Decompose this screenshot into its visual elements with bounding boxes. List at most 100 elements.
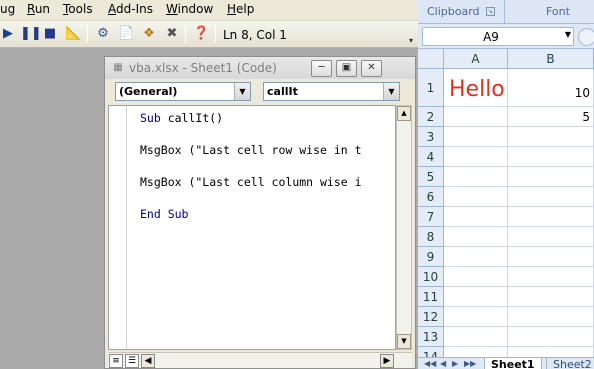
cell-b7[interactable]: [508, 207, 594, 227]
toolbar-options-icon[interactable]: ▾: [409, 36, 413, 45]
scroll-left-icon[interactable]: ◀: [141, 354, 155, 368]
object-combo[interactable]: (General) ▼: [115, 82, 251, 101]
row-header[interactable]: 9: [418, 247, 444, 267]
last-sheet-icon[interactable]: ▶▶: [464, 358, 476, 369]
cell-b11[interactable]: [508, 287, 594, 307]
chevron-down-icon[interactable]: ▼: [234, 83, 250, 100]
horizontal-scrollbar[interactable]: ≡ ☰ ◀ ▶: [108, 352, 412, 368]
cell-b12[interactable]: [508, 307, 594, 327]
code-line: Sub callIt(): [140, 111, 223, 125]
tab-sheet1[interactable]: Sheet1: [484, 358, 542, 369]
help-icon[interactable]: ❓: [193, 26, 209, 42]
row-header[interactable]: 5: [418, 167, 444, 187]
cell-a8[interactable]: [444, 227, 508, 247]
cell-a4[interactable]: [444, 147, 508, 167]
cell-b3[interactable]: [508, 127, 594, 147]
row-header[interactable]: 12: [418, 307, 444, 327]
cell-a9[interactable]: [444, 247, 508, 267]
row-header[interactable]: 14: [418, 347, 444, 357]
row-header[interactable]: 11: [418, 287, 444, 307]
worksheet-grid[interactable]: A B 1 10 2 5 3 4 5 6 7 8 9 10 11 12 13 14 Hello: [418, 49, 594, 357]
vbe-toolbar: ▶ ❚❚ ■ 📐 ⚙ 📄 ❖ ✖ ❓ Ln 8, Col 1 ▾: [0, 21, 418, 48]
code-window: ▦ vba.xlsx - Sheet1 (Code) ─ ▣ ✕ (Genera…: [104, 56, 416, 369]
menu-run[interactable]: Run: [27, 2, 50, 16]
prev-sheet-icon[interactable]: ◀: [440, 358, 446, 369]
project-explorer-icon[interactable]: ⚙: [95, 26, 111, 42]
menu-window[interactable]: Window: [166, 2, 213, 16]
object-browser-icon[interactable]: ❖: [141, 26, 157, 42]
row-header[interactable]: 2: [418, 107, 444, 127]
menu-help[interactable]: Help: [227, 2, 254, 16]
menu-add-ins-hotkey: A: [108, 2, 116, 16]
cell-a6[interactable]: [444, 187, 508, 207]
minimize-button[interactable]: ─: [311, 60, 332, 77]
code-text: MsgBox ("Last cell row wise in t: [140, 143, 362, 157]
break-icon[interactable]: ❚❚: [20, 26, 42, 42]
code-line: End Sub: [140, 207, 188, 221]
procedure-combo[interactable]: callIt ▼: [263, 82, 400, 101]
scroll-up-icon[interactable]: ▲: [397, 106, 411, 121]
tab-sheet2[interactable]: Sheet2: [546, 358, 594, 369]
cell-b1[interactable]: 10: [508, 69, 594, 107]
row-header[interactable]: 6: [418, 187, 444, 207]
vertical-scrollbar[interactable]: ▲ ▼: [396, 105, 412, 350]
cell-a13[interactable]: [444, 327, 508, 347]
row-header[interactable]: 4: [418, 147, 444, 167]
column-header-a[interactable]: A: [444, 49, 508, 69]
menu-debug[interactable]: ug: [0, 2, 15, 16]
code-editor[interactable]: Sub callIt() MsgBox ("Last cell row wise…: [108, 105, 396, 350]
menu-add-ins[interactable]: Add-Ins: [108, 2, 153, 16]
properties-icon[interactable]: 📄: [118, 26, 134, 42]
chevron-down-icon[interactable]: ▼: [383, 83, 399, 100]
code-margin-indicator-bar[interactable]: [109, 106, 127, 349]
formula-bar-circle-icon[interactable]: [578, 28, 594, 46]
name-box[interactable]: A9 ▼: [422, 27, 574, 46]
cell-a10[interactable]: [444, 267, 508, 287]
toolbox-icon[interactable]: ✖: [164, 26, 180, 42]
cell-a2[interactable]: [444, 107, 508, 127]
cell-b6[interactable]: [508, 187, 594, 207]
chevron-down-icon[interactable]: ▼: [565, 30, 571, 39]
close-button[interactable]: ✕: [361, 60, 382, 77]
run-icon[interactable]: ▶: [0, 26, 16, 42]
cell-b8[interactable]: [508, 227, 594, 247]
cell-a3[interactable]: [444, 127, 508, 147]
clipboard-dialog-launcher-icon[interactable]: ↘: [486, 7, 495, 16]
cell-b13[interactable]: [508, 327, 594, 347]
row-header[interactable]: 3: [418, 127, 444, 147]
first-sheet-icon[interactable]: ◀◀: [424, 358, 436, 369]
scroll-right-icon[interactable]: ▶: [380, 354, 394, 368]
row-header[interactable]: 10: [418, 267, 444, 287]
full-module-view-icon[interactable]: ☰: [125, 354, 139, 368]
menu-tools[interactable]: Tools: [63, 2, 93, 16]
procedure-view-icon[interactable]: ≡: [109, 354, 123, 368]
toolbar-separator: [185, 25, 186, 43]
code-line: MsgBox ("Last cell row wise in t: [140, 143, 362, 157]
scroll-down-icon[interactable]: ▼: [397, 334, 411, 349]
cell-b4[interactable]: [508, 147, 594, 167]
cell-a12[interactable]: [444, 307, 508, 327]
select-all-corner[interactable]: [418, 49, 444, 69]
next-sheet-icon[interactable]: ▶: [452, 358, 458, 369]
cell-a14[interactable]: [444, 347, 508, 357]
cell-a11[interactable]: [444, 287, 508, 307]
cell-a5[interactable]: [444, 167, 508, 187]
cell-b5[interactable]: [508, 167, 594, 187]
cell-b14[interactable]: [508, 347, 594, 357]
menu-add-ins-rest: dd-Ins: [116, 2, 153, 16]
column-header-b[interactable]: B: [508, 49, 594, 69]
cell-b9[interactable]: [508, 247, 594, 267]
cell-a7[interactable]: [444, 207, 508, 227]
reset-icon[interactable]: ■: [42, 26, 58, 42]
row-header[interactable]: 1: [418, 69, 444, 107]
cell-b10[interactable]: [508, 267, 594, 287]
code-window-titlebar[interactable]: ▦ vba.xlsx - Sheet1 (Code) ─ ▣ ✕: [105, 57, 415, 79]
restore-button[interactable]: ▣: [336, 60, 357, 77]
code-line: MsgBox ("Last cell column wise i: [140, 175, 362, 189]
design-mode-icon[interactable]: 📐: [65, 26, 81, 42]
row-header[interactable]: 7: [418, 207, 444, 227]
code-text: callIt(): [160, 111, 224, 125]
cell-b2[interactable]: 5: [508, 107, 594, 127]
row-header[interactable]: 13: [418, 327, 444, 347]
row-header[interactable]: 8: [418, 227, 444, 247]
